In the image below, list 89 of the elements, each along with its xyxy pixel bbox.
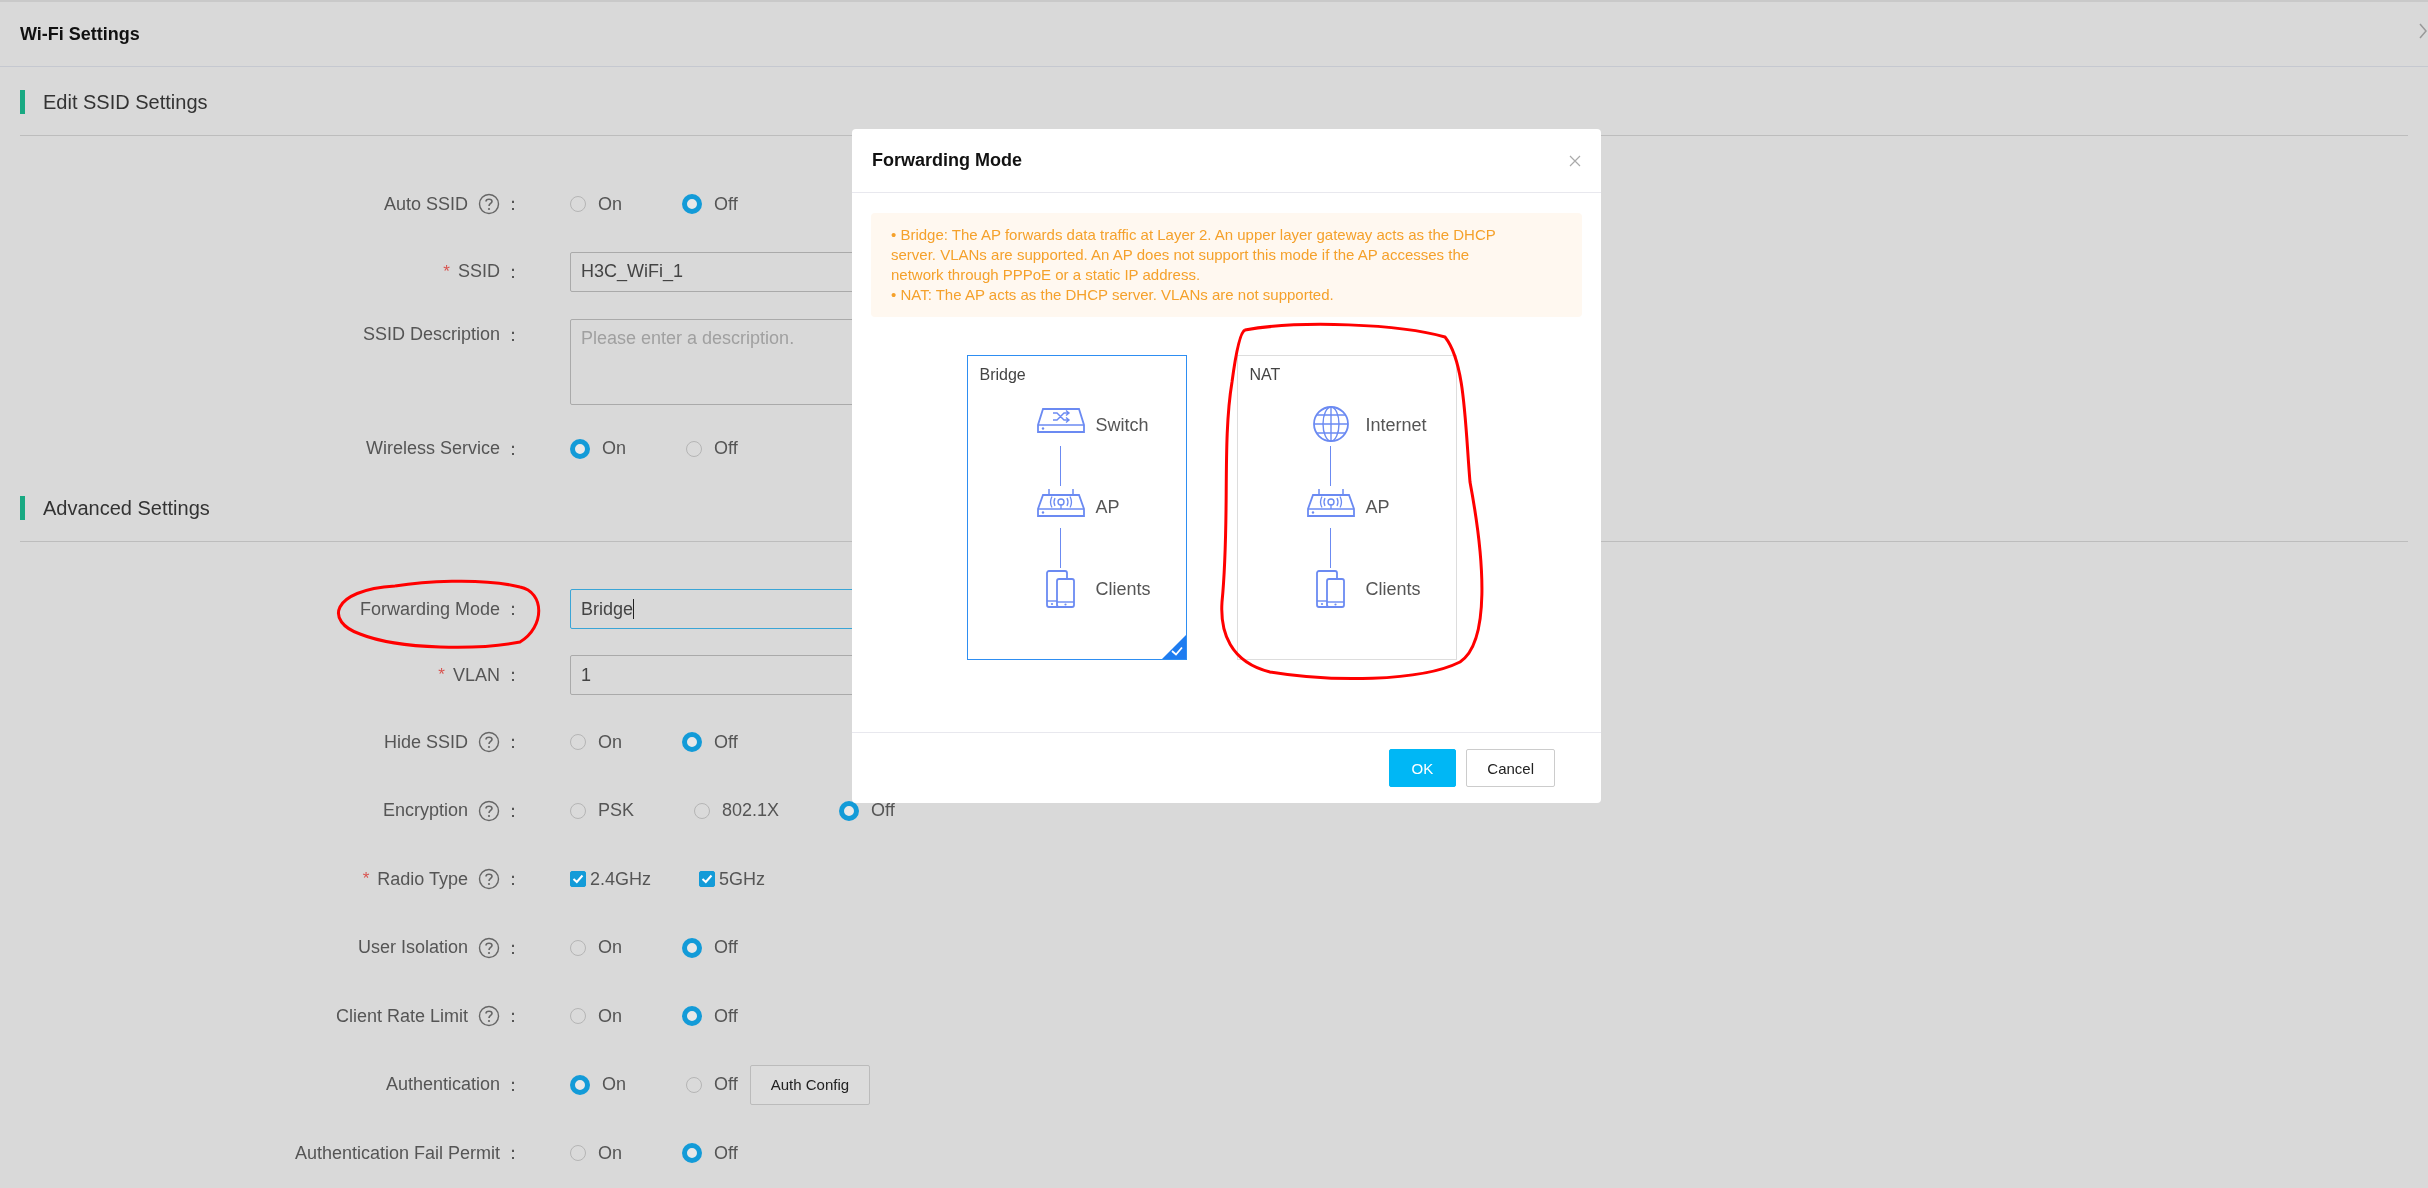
option-label: Off xyxy=(871,800,895,822)
option-label: 5GHz xyxy=(719,868,766,890)
checkbox[interactable] xyxy=(699,871,716,888)
connector-line xyxy=(1329,446,1332,486)
field-label: Authentication xyxy=(385,1074,500,1096)
cancel-button[interactable]: Cancel xyxy=(1466,749,1555,787)
option-label: On xyxy=(598,937,622,959)
field-label: Encryption xyxy=(382,800,468,822)
required-mark: * xyxy=(443,261,450,282)
radio-button[interactable] xyxy=(570,1145,586,1162)
radio-button[interactable] xyxy=(570,438,590,459)
connector-line xyxy=(1329,528,1332,568)
radio-button[interactable] xyxy=(682,937,702,958)
label-colon: ： xyxy=(504,936,522,960)
radio-button[interactable] xyxy=(686,440,702,457)
label-colon: ： xyxy=(504,1073,522,1097)
section-heading: Edit SSID Settings xyxy=(20,90,2408,114)
field-label: Client Rate Limit xyxy=(335,1005,468,1027)
option-label: 802.1X xyxy=(722,800,780,822)
node-label: AP xyxy=(1095,496,1120,518)
radio-button[interactable] xyxy=(694,802,711,819)
radio-button[interactable] xyxy=(682,732,702,753)
node-label: Clients xyxy=(1095,578,1151,600)
radio-button[interactable] xyxy=(570,196,586,213)
option-label: On xyxy=(598,1005,622,1027)
option-label: Off xyxy=(714,193,738,215)
option-label: Off xyxy=(714,1074,738,1096)
label-colon: ： xyxy=(504,260,522,284)
option-label: On xyxy=(602,1074,626,1096)
page-title: Wi-Fi Settings xyxy=(20,23,140,45)
field-label: VLAN xyxy=(452,664,500,686)
notice-text: • Bridge: The AP forwards data traffic at Layer 2. An upper layer gateway acts as the DHCP server. VLANs are supported. An AP does not support this mode if the AP accesses the network through PPPoE or a static IP address. xyxy=(891,225,1497,285)
field-label: User Isolation xyxy=(357,937,468,959)
radio-button[interactable] xyxy=(570,802,586,819)
radio-button[interactable] xyxy=(682,1006,702,1027)
field-label: Wireless Service xyxy=(365,438,500,460)
option-label: On xyxy=(598,1142,622,1164)
dialog-title: Forwarding Mode xyxy=(872,150,1022,171)
auth-config-button[interactable]: Auth Config xyxy=(749,1064,871,1105)
label-colon: ： xyxy=(504,598,522,621)
required-mark: * xyxy=(438,665,445,685)
option-label: Off xyxy=(714,1142,738,1164)
field-label: SSID xyxy=(458,261,500,282)
option-label: Off xyxy=(714,731,738,753)
notice-text: • NAT: The AP acts as the DHCP server. VLANs are not supported. xyxy=(891,285,1335,305)
mode-option-card[interactable]: Bridge Switch AP Clients xyxy=(966,355,1187,660)
option-label: On xyxy=(602,438,626,460)
option-title: NAT xyxy=(1249,366,1281,384)
selected-check-icon xyxy=(1161,635,1186,659)
option-label: On xyxy=(598,731,622,753)
radio-button[interactable] xyxy=(570,939,586,956)
field-label: Radio Type xyxy=(377,868,468,890)
option-label: Off xyxy=(714,1005,738,1027)
mode-option-card[interactable]: NAT Internet AP Clients xyxy=(1236,355,1457,660)
field-label: Forwarding Mode xyxy=(359,598,500,620)
connector-line xyxy=(1059,446,1062,486)
field-label: Authentication Fail Permit xyxy=(294,1142,500,1164)
field-label: Auto SSID xyxy=(383,193,468,215)
label-colon: ： xyxy=(504,437,522,461)
connector-line xyxy=(1059,528,1062,568)
label-colon: ： xyxy=(504,731,522,755)
label-colon: ： xyxy=(504,664,522,687)
label-colon: ： xyxy=(504,193,522,217)
node-label: Clients xyxy=(1365,578,1421,600)
option-label: PSK xyxy=(598,800,635,822)
radio-button[interactable] xyxy=(570,1008,586,1025)
node-label: AP xyxy=(1365,496,1390,518)
node-label: Switch xyxy=(1095,414,1149,436)
radio-button[interactable] xyxy=(570,1074,590,1095)
radio-button[interactable] xyxy=(682,1143,702,1164)
radio-button[interactable] xyxy=(682,194,702,215)
radio-button[interactable] xyxy=(570,734,586,751)
field-label: SSID Description xyxy=(362,324,500,345)
radio-button[interactable] xyxy=(686,1076,702,1093)
label-colon: ： xyxy=(504,868,522,892)
option-label: 2.4GHz xyxy=(590,868,652,890)
label-colon: ： xyxy=(504,1005,522,1029)
option-label: Off xyxy=(714,937,738,959)
label-colon: ： xyxy=(504,323,522,347)
required-mark: * xyxy=(362,869,370,890)
option-label: Off xyxy=(714,438,738,460)
label-colon: ： xyxy=(504,799,522,823)
radio-button[interactable] xyxy=(839,800,860,821)
option-label: On xyxy=(598,193,622,215)
option-title: Bridge xyxy=(979,366,1026,384)
label-colon: ： xyxy=(504,1142,522,1166)
field-label: Hide SSID xyxy=(383,731,468,753)
checkbox[interactable] xyxy=(570,871,586,888)
node-label: Internet xyxy=(1365,414,1427,436)
